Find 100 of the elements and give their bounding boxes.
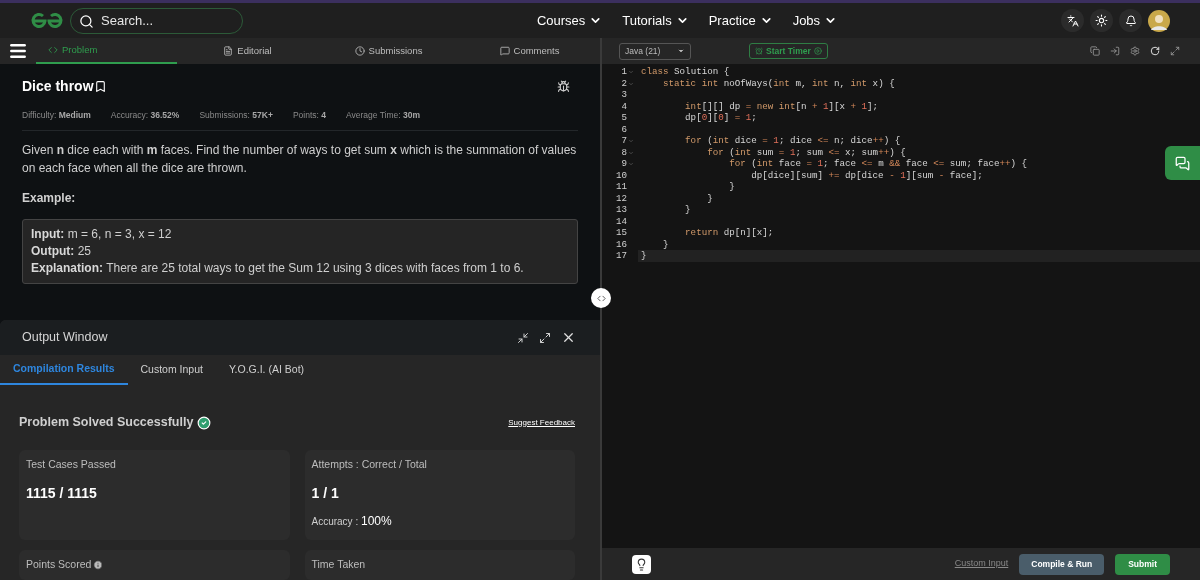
problem-description: Given n dice each with m faces. Find the number of ways to get sum x which is the summation of values on each face when all the dice are thrown. [22, 141, 578, 177]
code-line: for (int sum = 1; sum <= x; sum++) { [706, 146, 906, 158]
check-icon [197, 415, 212, 430]
reset-icon[interactable] [1150, 46, 1160, 56]
problem-stat: Average Time: 30m [346, 109, 421, 122]
comment-icon [499, 46, 510, 56]
problem-stat: Points: 4 [292, 109, 326, 122]
line-number: 1 [621, 66, 627, 78]
code-line: } [728, 181, 735, 192]
code-line: class Solution { [641, 66, 730, 77]
play-icon [813, 47, 822, 55]
accuracy-text: Accuracy : 100% [311, 512, 393, 530]
output-tab[interactable]: Compilation Results [0, 355, 128, 386]
line-number: 14 [615, 215, 627, 227]
alarm-clock-icon [755, 47, 763, 55]
language-select[interactable]: Java (21) [619, 42, 691, 60]
menu-icon[interactable] [8, 41, 28, 61]
code-line: static int noOfWays(int m, int n, int x) { [662, 77, 895, 89]
expand-icon[interactable] [539, 331, 551, 344]
line-number: 12 [615, 192, 627, 204]
custom-input-link[interactable]: Custom Input [954, 557, 1009, 571]
line-number: 11 [615, 181, 627, 193]
line-number: 3 [621, 89, 627, 101]
search-icon [79, 13, 94, 29]
logo-icon[interactable] [30, 10, 64, 31]
translate-button[interactable] [1061, 9, 1084, 32]
chat-button[interactable] [1165, 146, 1200, 180]
code-line: dp[0][0] = 1; [684, 112, 757, 123]
bell-icon [1124, 14, 1137, 27]
line-number: 15 [615, 227, 627, 239]
problem-title: Dice throw [22, 77, 94, 96]
nav-menu[interactable]: Courses [536, 10, 603, 31]
card-title: Test Cases Passed [26, 457, 116, 472]
problem-tab[interactable]: Problem [36, 38, 177, 64]
info-icon[interactable] [93, 559, 104, 570]
theme-toggle[interactable] [1090, 9, 1113, 32]
caret-icon [677, 47, 685, 55]
line-number: 10 [615, 169, 627, 181]
search-field[interactable]: Search... [70, 7, 243, 34]
nav-menu[interactable]: Jobs [792, 10, 838, 31]
bookmark-icon[interactable] [93, 80, 107, 93]
code-line: } [662, 238, 669, 250]
chat-icon [1175, 155, 1190, 171]
import-icon[interactable] [1110, 46, 1120, 56]
notifications-button[interactable] [1119, 9, 1142, 32]
minimize-icon[interactable] [517, 331, 529, 344]
compile-run-button[interactable]: Compile & Run [1019, 553, 1105, 575]
output-window-title: Output Window [22, 329, 108, 347]
hint-button[interactable] [632, 554, 651, 574]
code-line: } [684, 204, 691, 215]
code-line: } [706, 192, 713, 204]
document-icon [223, 46, 234, 56]
problem-stat: Accuracy: 36.52% [110, 109, 180, 122]
problem-tab[interactable]: Comments [459, 38, 600, 64]
line-number: 4 [621, 100, 627, 112]
avatar[interactable] [1148, 9, 1170, 32]
result-status: Problem Solved Successfully [19, 414, 194, 432]
bug-icon[interactable] [557, 80, 570, 93]
settings-icon[interactable] [1130, 46, 1140, 56]
line-number: 6 [621, 123, 627, 135]
code-line: } [641, 250, 647, 261]
example-heading: Example: [22, 189, 77, 207]
line-number: 13 [615, 204, 627, 216]
example-line: Explanation: There are 25 total ways to get the Sum 12 using 3 dices with faces from 1 to 6. [31, 259, 525, 277]
copy-icon[interactable] [1090, 46, 1100, 56]
code-line: dp[dice][sum] += dp[dice - 1][sum - face]; [750, 169, 983, 181]
submit-button[interactable]: Submit [1115, 553, 1170, 575]
line-number: 16 [615, 238, 627, 250]
fullscreen-icon[interactable] [1170, 46, 1180, 56]
line-number: 9 [621, 158, 627, 170]
output-tab[interactable]: Y.O.G.I. (AI Bot) [215, 355, 318, 386]
card-value: 1115 / 1115 [26, 483, 98, 503]
line-number: 2 [621, 77, 627, 89]
code-line: int[][] dp = new int[n + 1][x + 1]; [684, 100, 879, 112]
translate-icon [1066, 14, 1079, 27]
card-title: Points Scored [26, 557, 92, 572]
output-tab[interactable]: Custom Input [127, 355, 216, 386]
lightbulb-icon [635, 557, 648, 571]
nav-menu[interactable]: Tutorials [622, 10, 689, 31]
problem-tab[interactable]: Editorial [177, 38, 318, 64]
code-line: for (int dice = 1; dice <= n; dice++) { [684, 135, 901, 146]
line-number: 5 [621, 112, 627, 124]
nav-menu[interactable]: Practice [708, 10, 773, 31]
code-line: return dp[n][x]; [684, 227, 774, 238]
line-number: 8 [621, 146, 627, 158]
clock-icon [354, 46, 365, 56]
line-number: 7 [621, 135, 627, 147]
suggest-feedback-link[interactable]: Suggest Feedback [508, 416, 575, 429]
example-line: Input: m = 6, n = 3, x = 12 [31, 225, 173, 243]
sun-icon [1095, 14, 1108, 27]
card-title: Attempts : Correct / Total [311, 457, 427, 472]
problem-stat: Submissions: 57K+ [199, 109, 273, 122]
problem-stat: Difficulty: Medium [22, 109, 91, 122]
card-value: 1 / 1 [311, 483, 340, 503]
resize-handle[interactable] [591, 288, 611, 308]
line-number: 17 [615, 250, 627, 262]
code-icon [48, 45, 58, 55]
start-timer-button[interactable]: Start Timer [749, 43, 828, 59]
card-title: Time Taken [311, 557, 366, 572]
problem-tab[interactable]: Submissions [318, 38, 459, 64]
